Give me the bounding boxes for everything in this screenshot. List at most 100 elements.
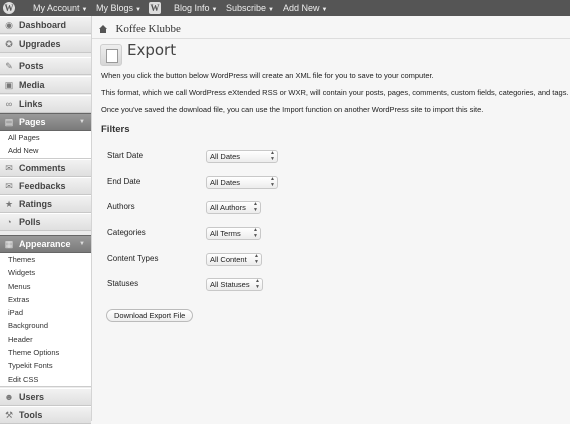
sidebar-item-label: Feedbacks bbox=[19, 181, 66, 191]
sidebar-item-label: Polls bbox=[19, 217, 41, 227]
sidebar-item-label: Posts bbox=[19, 61, 44, 71]
users-icon: ☻ bbox=[4, 392, 14, 402]
download-export-button[interactable]: Download Export File bbox=[106, 309, 194, 322]
select-arrows-icon: ▲ ▼ bbox=[255, 278, 260, 290]
sidebar-item-appearance[interactable]: ▦ Appearance ▼ bbox=[0, 235, 91, 253]
admin-sidebar: ◉ Dashboard ✪ Upgrades ✎ Posts ▣ Media ∞… bbox=[0, 16, 92, 424]
select-arrows-icon: ▲ ▼ bbox=[270, 150, 275, 162]
sidebar-item-label: Users bbox=[19, 392, 45, 402]
sidebar-subitem-themes[interactable]: Themes bbox=[0, 253, 91, 266]
select-arrows-icon: ▲ ▼ bbox=[253, 227, 258, 239]
filter-label-start-date: Start Date bbox=[107, 151, 144, 160]
filter-label-end-date: End Date bbox=[107, 177, 141, 186]
filter-label-statuses: Statuses bbox=[107, 279, 139, 288]
content-types-value: All Content bbox=[210, 255, 247, 264]
page-title: Export bbox=[127, 41, 177, 59]
admin-bar-my-blogs[interactable]: My Blogs ▼ bbox=[96, 0, 141, 16]
end-date-value: All Dates bbox=[210, 178, 241, 187]
sidebar-subitem-add-new[interactable]: Add New bbox=[0, 144, 91, 157]
sidebar-item-feedbacks[interactable]: ✉ Feedbacks bbox=[0, 177, 91, 195]
sidebar-subitem-background[interactable]: Background bbox=[0, 319, 91, 332]
start-date-select[interactable]: All Dates ▲ ▼ bbox=[206, 150, 278, 163]
sidebar-item-posts[interactable]: ✎ Posts bbox=[0, 57, 91, 75]
admin-bar-add-new[interactable]: Add New ▼ bbox=[283, 0, 327, 16]
sidebar-item-label: Links bbox=[19, 99, 43, 109]
wordpress-logo-icon[interactable]: W bbox=[3, 2, 15, 14]
admin-bar-blog-info-label: Blog Info bbox=[174, 3, 210, 13]
chevron-down-icon: ▼ bbox=[211, 7, 218, 13]
filter-label-categories: Categories bbox=[107, 228, 146, 237]
sidebar-subitem-all-pages[interactable]: All Pages bbox=[0, 131, 91, 144]
feedbacks-icon: ✉ bbox=[5, 181, 13, 191]
chevron-down-icon: ▼ bbox=[268, 7, 274, 13]
site-title[interactable]: Koffee Klubbe bbox=[115, 23, 180, 35]
main-content: Koffee Klubbe Export When you click the … bbox=[92, 16, 570, 421]
sidebar-subitem-theme-options[interactable]: Theme Options bbox=[0, 346, 91, 359]
select-arrows-icon: ▲ ▼ bbox=[270, 176, 275, 188]
home-icon[interactable] bbox=[98, 24, 108, 34]
admin-bar-blog-info[interactable]: Blog Info ▼ bbox=[174, 0, 217, 16]
authors-select[interactable]: All Authors ▲ ▼ bbox=[206, 201, 261, 214]
blog-logo-icon[interactable]: W bbox=[149, 2, 161, 14]
divider bbox=[92, 38, 570, 39]
site-header: Koffee Klubbe bbox=[98, 20, 181, 36]
sidebar-subitem-extras[interactable]: Extras bbox=[0, 293, 91, 306]
select-arrows-icon: ▲ ▼ bbox=[254, 253, 259, 265]
intro-paragraph-1: When you click the button below WordPres… bbox=[101, 71, 434, 80]
sidebar-item-label: Tools bbox=[19, 410, 43, 420]
comments-icon: ✉ bbox=[5, 163, 13, 173]
sidebar-item-label: Pages bbox=[19, 117, 46, 127]
intro-paragraph-2: This format, which we call WordPress eXt… bbox=[101, 88, 569, 97]
content-types-select[interactable]: All Content ▲ ▼ bbox=[206, 253, 262, 266]
dashboard-icon: ◉ bbox=[5, 20, 13, 30]
sidebar-subitem-typekit-fonts[interactable]: Typekit Fonts bbox=[0, 359, 91, 372]
pages-icon: ▤ bbox=[4, 117, 14, 127]
sidebar-subitem-ipad[interactable]: iPad bbox=[0, 306, 91, 319]
sidebar-subitem-widgets[interactable]: Widgets bbox=[0, 266, 91, 279]
sidebar-item-polls[interactable]: ◔ Polls bbox=[0, 213, 91, 231]
links-icon: ∞ bbox=[5, 99, 13, 109]
statuses-select[interactable]: All Statuses ▲ ▼ bbox=[206, 278, 263, 291]
statuses-value: All Statuses bbox=[210, 280, 250, 289]
categories-value: All Terms bbox=[210, 229, 241, 238]
pin-icon: ✎ bbox=[5, 61, 13, 71]
chevron-down-icon: ▼ bbox=[81, 7, 88, 13]
intro-paragraph-3: Once you've saved the download file, you… bbox=[101, 105, 484, 114]
chevron-down-icon: ▼ bbox=[135, 7, 141, 13]
sidebar-item-label: Upgrades bbox=[19, 39, 61, 49]
categories-select[interactable]: All Terms ▲ ▼ bbox=[206, 227, 261, 240]
sidebar-item-dashboard[interactable]: ◉ Dashboard bbox=[0, 16, 91, 34]
select-arrows-icon: ▲ ▼ bbox=[253, 201, 258, 213]
polls-icon: ◔ bbox=[6, 217, 12, 227]
sidebar-item-media[interactable]: ▣ Media bbox=[0, 76, 91, 94]
sidebar-item-tools[interactable]: ⚒ Tools bbox=[0, 406, 91, 424]
sidebar-subitem-menus[interactable]: Menus bbox=[0, 280, 91, 293]
chevron-down-icon: ▼ bbox=[321, 7, 328, 13]
chevron-down-icon[interactable]: ▼ bbox=[79, 236, 85, 253]
sidebar-item-pages[interactable]: ▤ Pages ▼ bbox=[0, 113, 91, 131]
sidebar-item-label: Dashboard bbox=[19, 20, 67, 30]
start-date-value: All Dates bbox=[210, 152, 241, 161]
sidebar-subitem-edit-css[interactable]: Edit CSS bbox=[0, 373, 91, 386]
admin-bar-add-new-label: Add New bbox=[283, 3, 320, 13]
end-date-select[interactable]: All Dates ▲ ▼ bbox=[206, 176, 278, 189]
admin-bar: W My Account ▼ My Blogs ▼ W Blog Info ▼ Sub… bbox=[0, 0, 570, 16]
sidebar-item-label: Appearance bbox=[19, 239, 71, 249]
chevron-down-icon[interactable]: ▼ bbox=[79, 114, 85, 131]
appearance-icon: ▦ bbox=[4, 239, 14, 249]
admin-bar-subscribe[interactable]: Subscribe ▼ bbox=[226, 0, 274, 16]
ratings-icon: ★ bbox=[4, 199, 14, 209]
admin-bar-subscribe-label: Subscribe bbox=[226, 3, 267, 13]
authors-value: All Authors bbox=[210, 203, 246, 212]
sidebar-item-comments[interactable]: ✉ Comments bbox=[0, 159, 91, 177]
filters-heading: Filters bbox=[101, 124, 130, 135]
sidebar-item-links[interactable]: ∞ Links bbox=[0, 95, 91, 113]
sidebar-subitem-header[interactable]: Header bbox=[0, 333, 91, 346]
sidebar-item-users[interactable]: ☻ Users bbox=[0, 388, 91, 406]
sidebar-item-ratings[interactable]: ★ Ratings bbox=[0, 195, 91, 213]
sidebar-item-upgrades[interactable]: ✪ Upgrades bbox=[0, 35, 91, 53]
admin-bar-my-account[interactable]: My Account ▼ bbox=[33, 0, 87, 16]
appearance-submenu: Themes Widgets Menus Extras iPad Backgro… bbox=[0, 253, 91, 387]
pages-submenu: All Pages Add New bbox=[0, 131, 91, 159]
filter-label-content-types: Content Types bbox=[107, 254, 159, 263]
